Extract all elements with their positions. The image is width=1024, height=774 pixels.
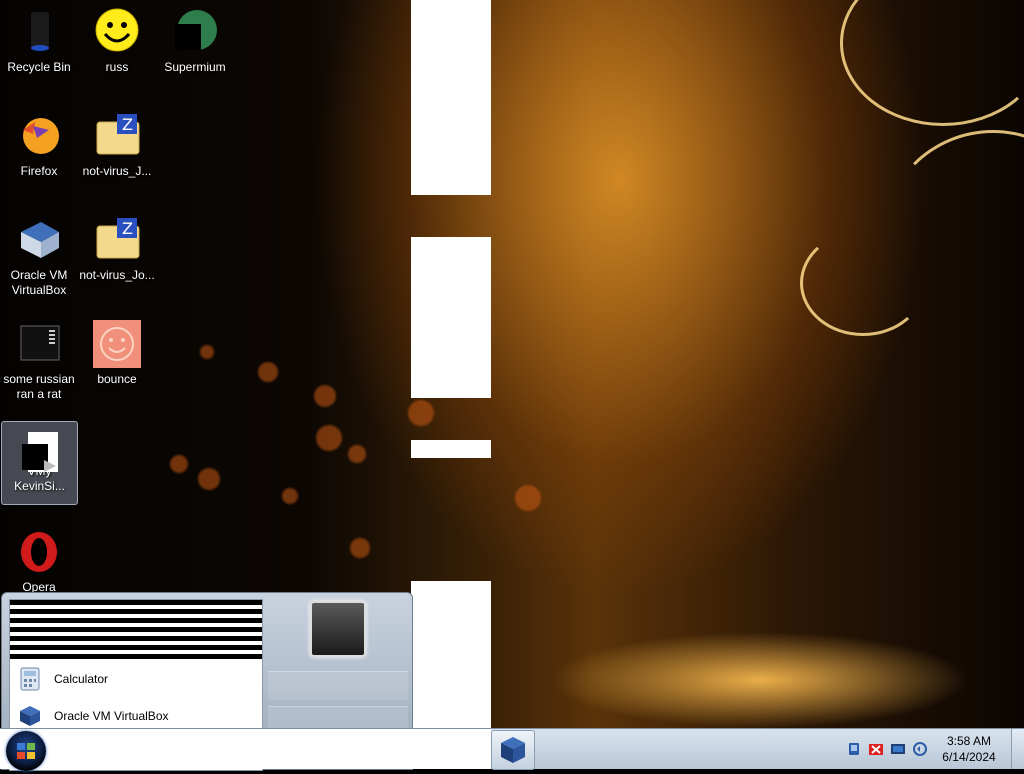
start-menu-recent-area — [10, 600, 262, 660]
start-button[interactable] — [6, 731, 46, 771]
display-icon[interactable] — [890, 741, 906, 757]
clock-time: 3:58 AM — [946, 734, 992, 748]
user-picture[interactable] — [310, 601, 366, 657]
desktop-icon-virtualbox[interactable]: Oracle VM VirtualBox — [0, 208, 78, 298]
desktop-icon-russ[interactable]: russ — [78, 0, 156, 75]
security-x-icon[interactable] — [868, 741, 884, 757]
desktop-icon-bounce[interactable]: bounce — [78, 312, 156, 387]
blank-strip — [411, 581, 491, 731]
desktop-icon-label: russ — [105, 60, 129, 74]
desktop-icon-russian-rat[interactable]: some russian ran a rat — [0, 312, 78, 402]
firefox-icon — [15, 112, 63, 160]
svg-text:Z: Z — [122, 219, 133, 238]
desktop-icon-supermium[interactable]: Supermium — [156, 0, 234, 75]
start-menu-item-calculator[interactable]: Calculator — [10, 660, 262, 697]
recycle-bin-icon — [15, 8, 63, 56]
blank-strip — [411, 237, 491, 398]
smiley-icon — [93, 320, 141, 368]
clock-date: 6/14/2024 — [942, 750, 996, 764]
taskbar-blank-area — [0, 729, 491, 769]
taskbar: 3:58 AM 6/14/2024 — [0, 728, 1024, 771]
windows-orb-icon — [17, 743, 35, 759]
network-icon[interactable] — [846, 741, 862, 757]
desktop-icon-label: Recycle Bin — [7, 60, 71, 74]
desktop-icon-vm-kevin[interactable]: VMy KevinSi... — [1, 421, 78, 505]
desktop-icon-label: Firefox — [20, 164, 58, 178]
desktop-icon-not-virus-1[interactable]: Z not-virus_J... — [78, 104, 156, 179]
file-shortcut-icon — [16, 430, 64, 478]
clock[interactable]: 3:58 AM 6/14/2024 — [934, 733, 1004, 765]
virtualbox-icon — [15, 216, 63, 264]
start-menu-link[interactable] — [268, 671, 408, 700]
blank-strip — [411, 440, 491, 458]
volume-icon[interactable] — [912, 741, 928, 757]
show-desktop-button[interactable] — [1011, 729, 1024, 769]
taskbar-button-virtualbox[interactable] — [491, 730, 535, 770]
desktop-icon-label: some russian ran a rat — [3, 372, 75, 401]
desktop-icon-label: not-virus_J... — [82, 164, 152, 178]
desktop-icon-label: not-virus_Jo... — [79, 268, 155, 282]
blank-strip — [411, 0, 491, 195]
system-tray: 3:58 AM 6/14/2024 — [846, 729, 1004, 769]
svg-text:Z: Z — [122, 115, 133, 134]
start-menu-item-label: Calculator — [54, 671, 109, 686]
calculator-icon — [18, 667, 42, 691]
desktop-icon-label: Supermium — [164, 60, 226, 74]
desktop-icon-label: Oracle VM VirtualBox — [10, 268, 68, 297]
terminal-icon — [15, 320, 63, 368]
virtualbox-icon — [18, 704, 42, 728]
supermium-icon — [171, 8, 219, 56]
desktop-icon-recycle-bin[interactable]: Recycle Bin — [0, 0, 78, 75]
desktop-icon-label: bounce — [97, 372, 137, 386]
opera-icon — [15, 528, 63, 576]
virtualbox-icon — [501, 737, 525, 763]
zip-folder-icon: Z — [93, 216, 141, 264]
desktop-icon-not-virus-2[interactable]: Z not-virus_Jo... — [78, 208, 156, 283]
desktop-icon-firefox[interactable]: Firefox — [0, 104, 78, 179]
start-menu-item-label: Oracle VM VirtualBox — [54, 708, 169, 723]
desktop-icon-opera[interactable]: Opera — [0, 520, 78, 595]
zip-folder-icon: Z — [93, 112, 141, 160]
smiley-icon — [93, 8, 141, 56]
